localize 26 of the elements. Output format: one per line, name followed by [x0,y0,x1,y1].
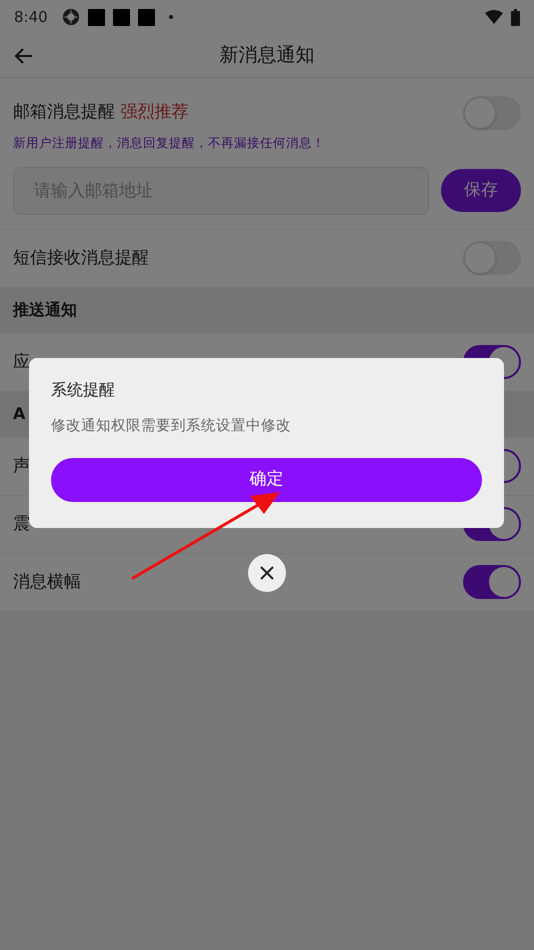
setting-label: 消息横幅 [13,570,81,594]
email-hint: 新用户注册提醒，消息回复提醒，不再漏接任何消息！ [13,134,326,152]
status-time: 8:40 [14,6,48,28]
page-title: 新消息通知 [220,43,314,68]
setting-label: 声 [13,454,30,478]
toggle-switch[interactable] [463,96,521,130]
notification-icon [112,8,130,26]
email-reminder-label: 邮箱消息提醒 强烈推荐 [13,101,188,124]
notification-icon [138,8,155,26]
confirm-button[interactable]: 确定 [51,458,482,502]
setting-label: 短信接收消息提醒 [13,246,149,270]
setting-label: 应 [13,350,30,374]
app-logo-icon [62,8,80,26]
section-header: 推送通知 [13,298,77,321]
dialog-title: 系统提醒 [51,379,116,401]
toggle-switch[interactable] [463,241,521,276]
back-arrow-icon[interactable] [14,46,34,66]
battery-icon [511,8,520,26]
notification-icon [88,8,105,26]
save-button[interactable]: 保存 [441,169,521,212]
toggle-switch[interactable] [463,565,521,600]
setting-label: 震 [13,512,30,536]
dialog-message: 修改通知权限需要到系统设置中修改 [51,417,292,436]
wifi-icon [485,10,503,24]
close-icon [259,565,275,581]
section-header: A [13,402,26,425]
